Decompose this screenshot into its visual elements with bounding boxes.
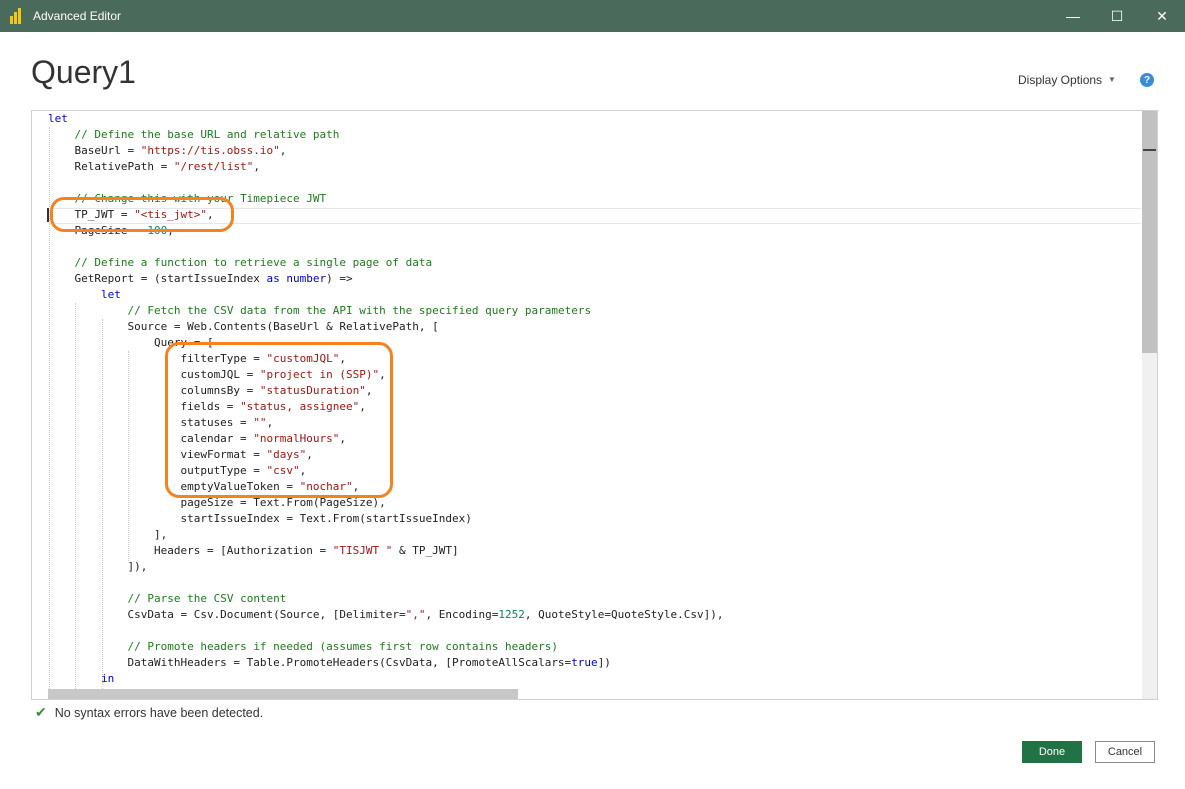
code-token: "/rest/list" — [173, 160, 254, 173]
code-line[interactable]: startIssueIndex = Text.From(startIssueIn… — [48, 511, 724, 527]
code-token: & TP_JWT] — [392, 544, 459, 557]
maximize-icon[interactable]: ☐ — [1094, 0, 1140, 32]
code-line[interactable]: ]), — [48, 559, 724, 575]
code-token: // Promote headers if needed (assumes fi… — [127, 640, 558, 653]
scrollbar-thumb[interactable] — [1142, 111, 1157, 353]
code-token: , — [253, 160, 260, 173]
code-line[interactable] — [48, 175, 724, 191]
code-line[interactable]: // Fetch the CSV data from the API with … — [48, 303, 724, 319]
code-token: Headers = [Authorization = — [48, 544, 333, 557]
code-line[interactable]: BaseUrl = "https://tis.obss.io", — [48, 143, 724, 159]
syntax-status: ✔ No syntax errors have been detected. — [35, 704, 263, 721]
code-token: let — [100, 288, 121, 301]
code-token: ]), — [48, 560, 148, 573]
code-token: ]) — [597, 656, 611, 669]
vertical-scrollbar[interactable] — [1142, 111, 1157, 699]
code-line[interactable] — [48, 623, 724, 639]
code-token: ) => — [326, 272, 353, 285]
done-button[interactable]: Done — [1022, 741, 1082, 763]
display-options-label: Display Options — [1018, 73, 1103, 87]
code-line[interactable]: // Define a function to retrieve a singl… — [48, 255, 724, 271]
cancel-button[interactable]: Cancel — [1095, 741, 1155, 763]
code-token: , Encoding= — [425, 608, 499, 621]
code-line[interactable]: RelativePath = "/rest/list", — [48, 159, 724, 175]
code-line[interactable]: CsvData = Csv.Document(Source, [Delimite… — [48, 607, 724, 623]
query-name-title: Query1 — [31, 54, 136, 90]
code-token: Source = Web.Contents(BaseUrl & Relative… — [48, 320, 439, 333]
code-token: RelativePath = — [48, 160, 174, 173]
code-token: startIssueIndex = Text.From(startIssueIn… — [48, 512, 472, 525]
help-icon[interactable]: ? — [1140, 73, 1154, 87]
code-token: BaseUrl = — [48, 144, 141, 157]
code-line[interactable]: let — [48, 111, 724, 127]
code-token: // Define a function to retrieve a singl… — [74, 256, 433, 269]
code-token: 1252 — [498, 608, 525, 621]
code-token: "," — [405, 608, 426, 621]
code-token: GetReport = (startIssueIndex — [48, 272, 267, 285]
code-line[interactable]: let — [48, 287, 724, 303]
code-token: , — [279, 144, 287, 157]
code-line[interactable]: in — [48, 671, 724, 687]
scroll-position-marker — [1143, 149, 1156, 151]
code-token: number — [286, 272, 327, 285]
code-token: CsvData = Csv.Document(Source, [Delimite… — [48, 608, 406, 621]
code-token: // Fetch the CSV data from the API with … — [127, 304, 592, 317]
code-line[interactable]: GetReport = (startIssueIndex as number) … — [48, 271, 724, 287]
code-line[interactable] — [48, 239, 724, 255]
code-line[interactable]: pageSize = Text.From(PageSize), — [48, 495, 724, 511]
code-token: // Parse the CSV content — [127, 592, 287, 605]
code-line[interactable]: // Promote headers if needed (assumes fi… — [48, 639, 724, 655]
code-line[interactable]: // Parse the CSV content — [48, 591, 724, 607]
caret-down-icon: ▼ — [1108, 75, 1116, 84]
display-options-dropdown[interactable]: Display Options ▼ — [1018, 73, 1116, 87]
code-token: ], — [48, 528, 168, 541]
code-line[interactable]: // Define the base URL and relative path — [48, 127, 724, 143]
code-line[interactable]: Headers = [Authorization = "TISJWT " & T… — [48, 543, 724, 559]
power-bi-logo-icon — [10, 8, 24, 24]
code-token: , QuoteStyle=QuoteStyle.Csv]), — [524, 608, 724, 621]
code-token: DataWithHeaders = Table.PromoteHeaders(C… — [48, 656, 572, 669]
code-line[interactable]: ], — [48, 527, 724, 543]
code-token: as — [266, 272, 280, 285]
syntax-status-text: No syntax errors have been detected. — [54, 706, 264, 720]
horizontal-scrollbar[interactable] — [48, 689, 518, 699]
code-token: let — [48, 112, 68, 125]
code-token: true — [571, 656, 598, 669]
minimize-icon[interactable]: — — [1050, 0, 1096, 32]
annotation-circle-jwt — [50, 197, 234, 232]
annotation-circle-query-params — [165, 342, 393, 498]
code-token: "TISJWT " — [332, 544, 393, 557]
close-icon[interactable]: ✕ — [1139, 0, 1185, 32]
code-token: // Define the base URL and relative path — [74, 128, 340, 141]
code-line[interactable] — [48, 575, 724, 591]
code-line[interactable]: DataWithHeaders = Table.PromoteHeaders(C… — [48, 655, 724, 671]
code-token: "https://tis.obss.io" — [140, 144, 280, 157]
window-title: Advanced Editor — [33, 9, 122, 23]
checkmark-icon: ✔ — [35, 704, 47, 720]
title-bar: Advanced Editor — ☐ ✕ — [0, 0, 1185, 32]
code-line[interactable]: Source = Web.Contents(BaseUrl & Relative… — [48, 319, 724, 335]
code-token: in — [100, 672, 115, 685]
